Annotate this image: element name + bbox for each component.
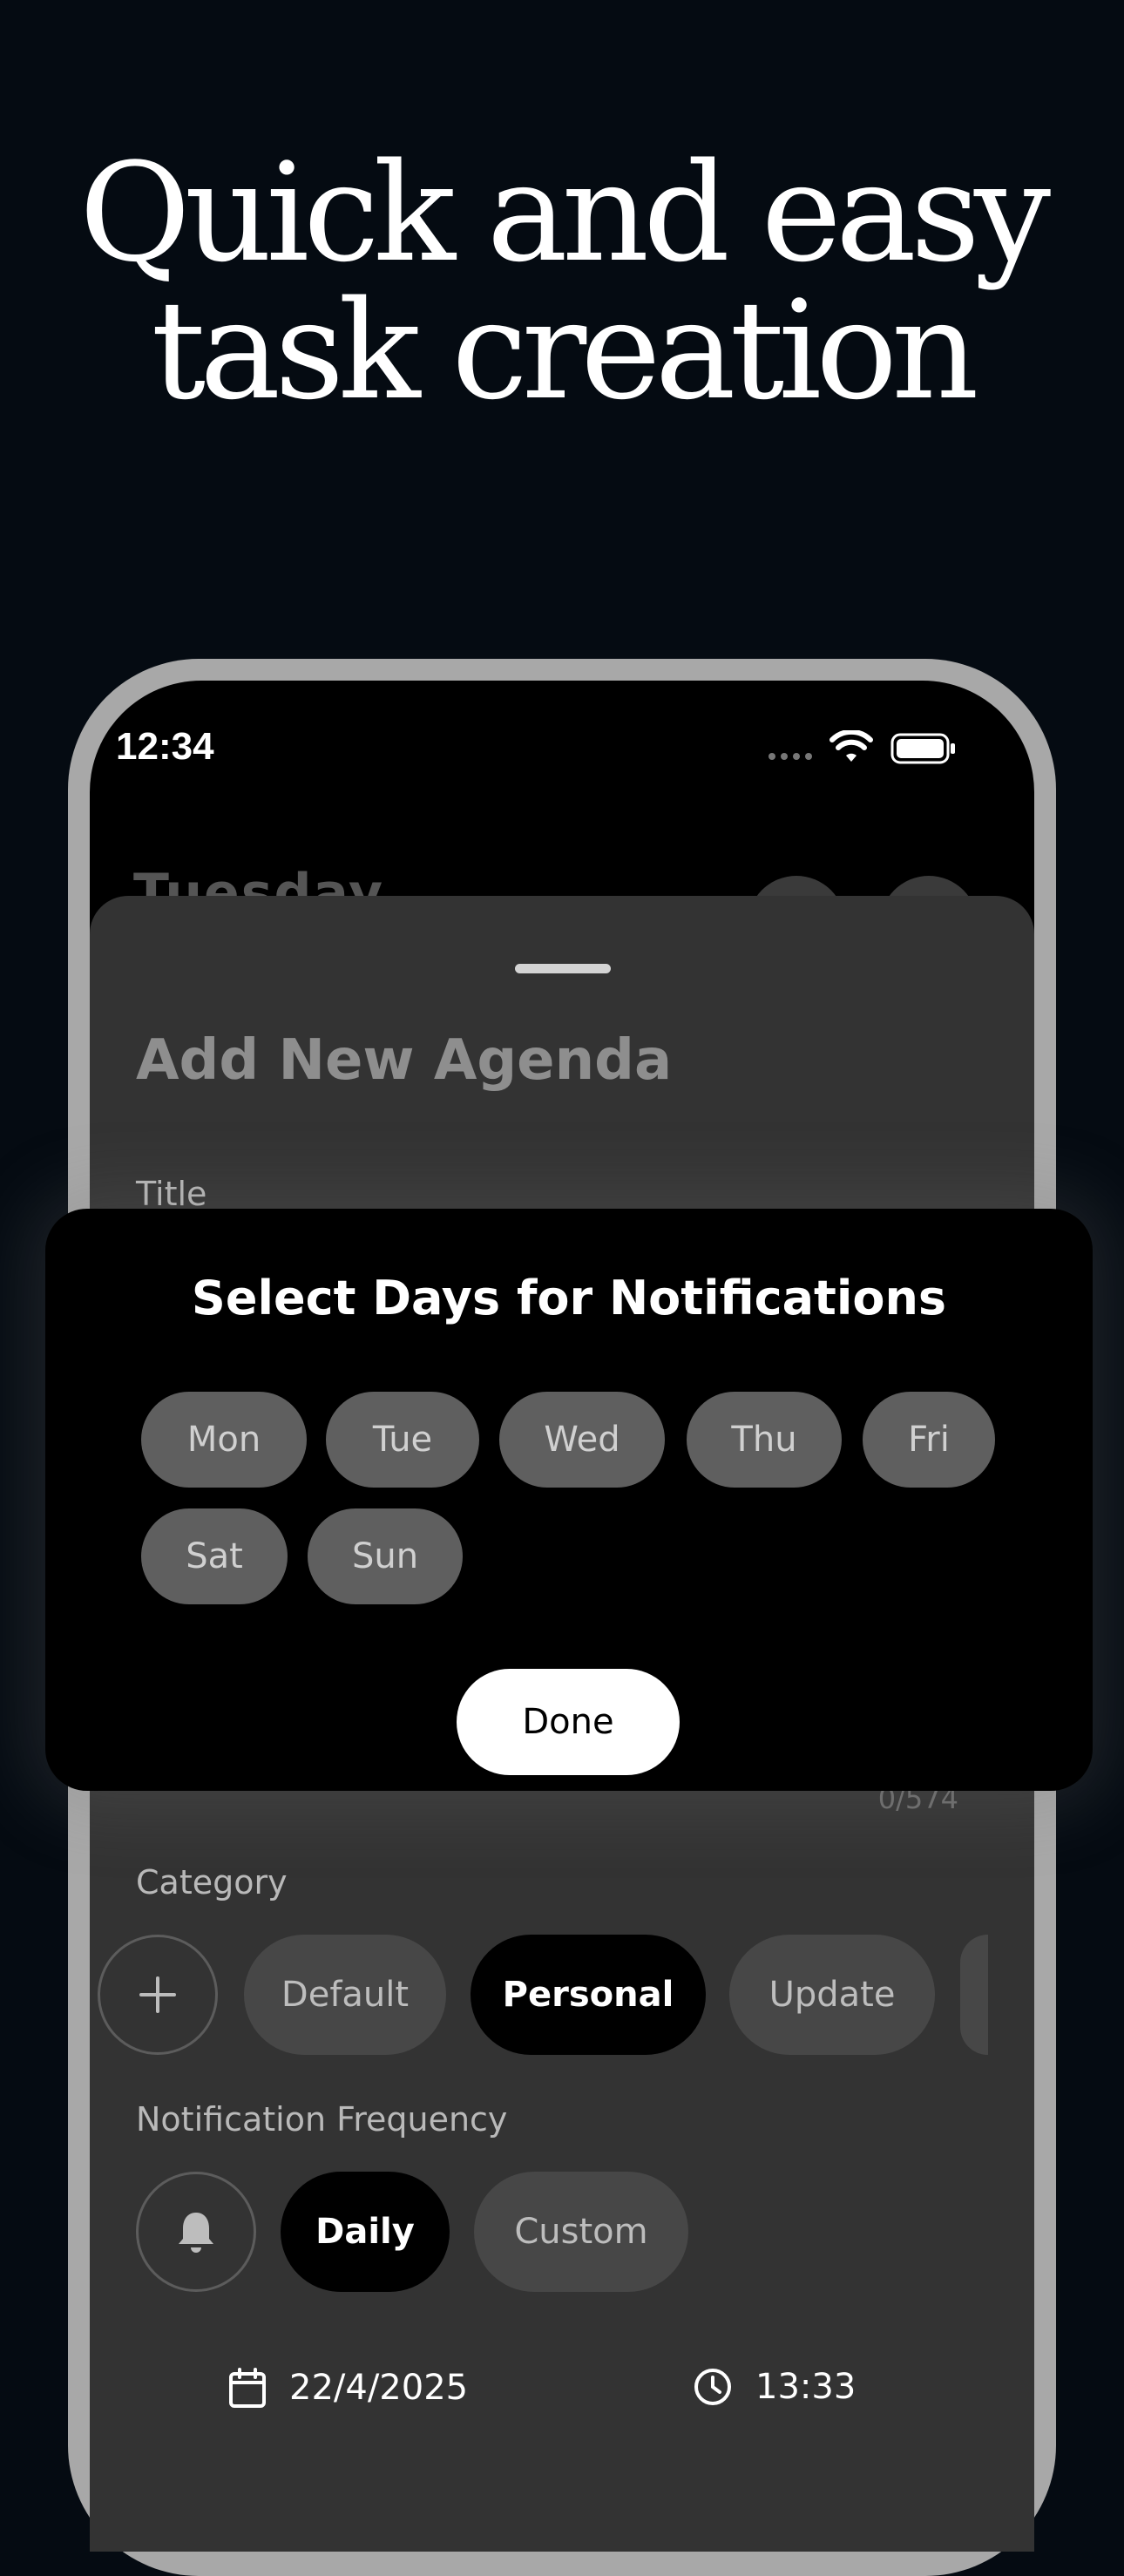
sheet-drag-handle[interactable] [515, 964, 611, 973]
day-chip-thu[interactable]: Thu [687, 1392, 842, 1488]
plus-icon [139, 1976, 176, 2013]
category-chip-update[interactable]: Update [729, 1935, 935, 2055]
status-time: 12:34 [116, 725, 214, 768]
headline-line-1: Quick and easy [78, 133, 1051, 292]
bell-icon [179, 2213, 213, 2253]
day-chip-tue[interactable]: Tue [326, 1392, 479, 1488]
notification-bell-button[interactable] [136, 2172, 256, 2292]
day-chip-fri[interactable]: Fri [863, 1392, 995, 1488]
day-chip-sat[interactable]: Sat [141, 1508, 288, 1604]
battery-icon [890, 733, 955, 764]
day-chip-mon[interactable]: Mon [141, 1392, 307, 1488]
marketing-headline: Quick and easy task creation [0, 144, 1124, 419]
category-chip-default[interactable]: Default [244, 1935, 446, 2055]
time-picker[interactable]: 13:33 [693, 2367, 856, 2407]
add-category-button[interactable] [98, 1935, 218, 2055]
done-button[interactable]: Done [457, 1669, 680, 1775]
frequency-chip-daily[interactable]: Daily [281, 2172, 450, 2292]
calendar-icon [229, 2368, 266, 2408]
cellular-signal-icon [769, 753, 812, 760]
sheet-title: Add New Agenda [136, 1028, 673, 1093]
day-chip-wed[interactable]: Wed [499, 1392, 665, 1488]
date-picker[interactable]: 22/4/2025 [228, 2367, 468, 2409]
title-field-label: Title [136, 1175, 207, 1213]
time-value: 13:33 [755, 2367, 857, 2407]
category-label: Category [136, 1863, 288, 1901]
wifi-icon [829, 730, 873, 762]
notification-frequency-label: Notification Frequency [136, 2100, 508, 2139]
frequency-chip-custom[interactable]: Custom [474, 2172, 688, 2292]
category-chip-partial[interactable] [960, 1935, 988, 2055]
category-chip-personal[interactable]: Personal [471, 1935, 706, 2055]
day-chip-sun[interactable]: Sun [308, 1508, 463, 1604]
clock-icon [694, 2369, 731, 2405]
headline-line-2: task creation [151, 271, 978, 430]
dialog-title: Select Days for Notifications [191, 1271, 947, 1325]
date-value: 22/4/2025 [289, 2368, 469, 2408]
